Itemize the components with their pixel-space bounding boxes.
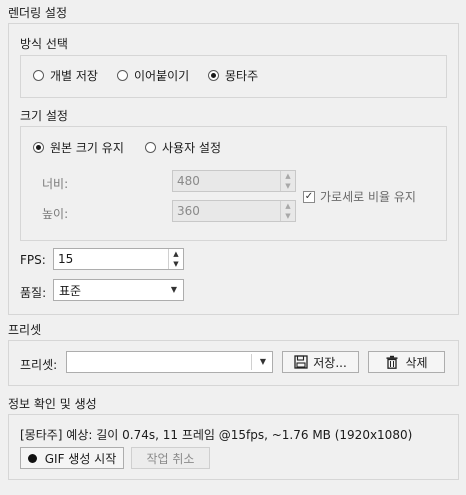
radio-dot bbox=[117, 69, 128, 81]
radio-label: 몽타주 bbox=[225, 68, 259, 83]
combo-separator bbox=[251, 354, 252, 370]
checkmark-icon: ✓ bbox=[303, 190, 315, 203]
spin-down-icon[interactable]: ▼ bbox=[281, 181, 295, 191]
radio-dot bbox=[145, 141, 156, 153]
chevron-down-icon: ▼ bbox=[170, 285, 177, 294]
width-value: 480 bbox=[177, 174, 200, 188]
record-icon bbox=[27, 453, 37, 463]
radio-dot bbox=[33, 69, 44, 81]
save-preset-button[interactable]: 저장... bbox=[282, 351, 359, 373]
delete-preset-label: 삭제 bbox=[405, 355, 428, 370]
radio-label: 이어붙이기 bbox=[134, 68, 190, 83]
cancel-job-label: 작업 취소 bbox=[146, 451, 195, 466]
quality-value: 표준 bbox=[59, 283, 82, 298]
width-label: 너비: bbox=[42, 177, 69, 191]
radio-dot bbox=[208, 69, 219, 81]
preset-select[interactable]: ▼ bbox=[66, 351, 273, 373]
preset-label: 프리셋: bbox=[20, 358, 58, 372]
radio-dot bbox=[33, 141, 44, 153]
save-preset-label: 저장... bbox=[313, 355, 347, 370]
spin-down-icon[interactable]: ▼ bbox=[281, 211, 295, 221]
height-value: 360 bbox=[177, 204, 200, 218]
spin-up-icon[interactable]: ▲ bbox=[281, 201, 295, 211]
save-icon bbox=[294, 355, 308, 369]
cancel-job-button[interactable]: 작업 취소 bbox=[131, 447, 210, 469]
method-title: 방식 선택 bbox=[20, 37, 68, 51]
quality-label: 품질: bbox=[20, 286, 47, 300]
start-gif-label: GIF 생성 시작 bbox=[44, 451, 117, 466]
radio-keep-original-size[interactable]: 원본 크기 유지 bbox=[33, 139, 124, 155]
keep-aspect-ratio-checkbox[interactable]: ✓ 가로세로 비율 유지 bbox=[303, 188, 416, 205]
radio-individual-save[interactable]: 개별 저장 bbox=[33, 67, 98, 83]
width-spinbox[interactable]: 480 ▲ ▼ bbox=[172, 170, 296, 192]
radio-montage[interactable]: 몽타주 bbox=[208, 67, 258, 83]
quality-select[interactable]: 표준 ▼ bbox=[53, 279, 184, 301]
delete-preset-button[interactable]: 삭제 bbox=[368, 351, 445, 373]
preset-section-title: 프리셋 bbox=[8, 323, 42, 337]
estimate-summary: [몽타주] 예상: 길이 0.74s, 11 프레임 @15fps, ~1.76… bbox=[20, 428, 413, 442]
height-spinbox[interactable]: 360 ▲ ▼ bbox=[172, 200, 296, 222]
height-label: 높이: bbox=[42, 207, 69, 221]
radio-label: 개별 저장 bbox=[50, 68, 98, 83]
spin-up-icon[interactable]: ▲ bbox=[169, 249, 183, 259]
trash-icon bbox=[386, 355, 398, 369]
spin-up-icon[interactable]: ▲ bbox=[281, 171, 295, 181]
render-settings-title: 렌더링 설정 bbox=[8, 6, 68, 20]
fps-label: FPS: bbox=[20, 253, 46, 267]
spin-down-icon[interactable]: ▼ bbox=[169, 259, 183, 269]
chevron-down-icon: ▼ bbox=[259, 357, 266, 366]
fps-value: 15 bbox=[58, 252, 74, 266]
radio-label: 원본 크기 유지 bbox=[50, 140, 124, 155]
size-title: 크기 설정 bbox=[20, 109, 68, 123]
keep-aspect-ratio-label: 가로세로 비율 유지 bbox=[320, 190, 416, 204]
start-gif-button[interactable]: GIF 생성 시작 bbox=[20, 447, 124, 469]
info-section-title: 정보 확인 및 생성 bbox=[8, 397, 97, 411]
fps-spinbox[interactable]: 15 ▲ ▼ bbox=[53, 248, 184, 270]
radio-custom-size[interactable]: 사용자 설정 bbox=[145, 139, 221, 155]
radio-label: 사용자 설정 bbox=[162, 140, 222, 155]
radio-concatenate[interactable]: 이어붙이기 bbox=[117, 67, 189, 83]
